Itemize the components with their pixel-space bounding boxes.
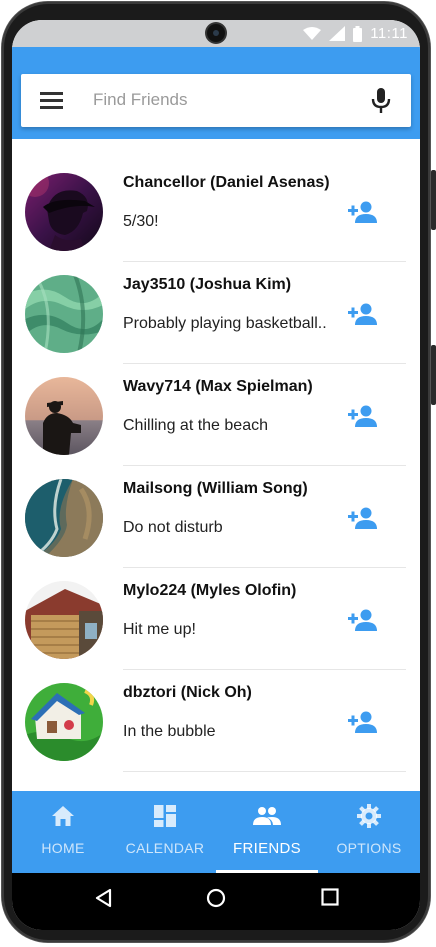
add-friend-icon[interactable] <box>348 302 378 326</box>
friend-status: In the bubble <box>123 723 216 740</box>
status-bar: 11:11 <box>12 20 420 47</box>
avatar <box>25 377 103 455</box>
divider <box>123 771 406 772</box>
friend-name: Mailsong (William Song) <box>123 480 308 497</box>
nav-calendar[interactable]: CALENDAR <box>114 791 216 873</box>
avatar <box>25 479 103 557</box>
list-item[interactable]: Mailsong (William Song) Do not disturb <box>12 466 420 568</box>
back-icon[interactable] <box>94 888 112 908</box>
friend-status: Hit me up! <box>123 621 196 638</box>
nav-label: FRIENDS <box>233 840 301 857</box>
screen: 11:11 Find Friends Chancellor (Daniel As… <box>12 20 420 930</box>
battery-icon <box>353 25 363 42</box>
clock: 11:11 <box>370 25 408 42</box>
friend-status: Chilling at the beach <box>123 417 268 434</box>
nav-label: HOME <box>41 840 85 856</box>
front-camera <box>207 24 225 42</box>
status-icons: 11:11 <box>303 24 408 43</box>
list-item[interactable]: Mylo224 (Myles Olofin) Hit me up! <box>12 568 420 670</box>
dashboard-icon <box>154 803 176 829</box>
nav-friends[interactable]: FRIENDS <box>216 791 318 873</box>
recents-icon[interactable] <box>321 888 339 906</box>
friend-name: Jay3510 (Joshua Kim) <box>123 276 292 293</box>
nav-options[interactable]: OPTIONS <box>318 791 420 873</box>
home-circle-icon[interactable] <box>206 888 226 908</box>
nav-home[interactable]: HOME <box>12 791 114 873</box>
friend-status: 5/30! <box>123 213 159 230</box>
wifi-icon <box>303 26 322 40</box>
people-icon <box>253 803 281 829</box>
friend-status: Do not disturb <box>123 519 223 536</box>
nav-label: CALENDAR <box>125 840 205 856</box>
friend-status: Probably playing basketball.. <box>123 315 327 332</box>
gear-icon <box>357 803 381 829</box>
system-nav-bar <box>12 873 420 930</box>
avatar <box>25 683 103 761</box>
app-bar <box>12 47 420 139</box>
add-friend-icon[interactable] <box>348 608 378 632</box>
home-icon <box>51 803 75 829</box>
avatar <box>25 173 103 251</box>
add-friend-icon[interactable] <box>348 506 378 530</box>
volume-button <box>431 170 436 230</box>
add-friend-icon[interactable] <box>348 710 378 734</box>
list-item[interactable]: Jay3510 (Joshua Kim) Probably playing ba… <box>12 262 420 364</box>
list-item[interactable]: Chancellor (Daniel Asenas) 5/30! <box>12 160 420 262</box>
list-item[interactable]: Wavy714 (Max Spielman) Chilling at the b… <box>12 364 420 466</box>
friend-name: Wavy714 (Max Spielman) <box>123 378 313 395</box>
power-button <box>431 345 436 405</box>
signal-icon <box>329 26 346 41</box>
nav-label: OPTIONS <box>336 840 402 856</box>
add-friend-icon[interactable] <box>348 404 378 428</box>
menu-icon[interactable] <box>40 92 63 109</box>
bottom-nav: HOME CALENDAR FRIENDS OPTIONS <box>12 791 420 873</box>
phone-frame: 11:11 Find Friends Chancellor (Daniel As… <box>0 0 436 947</box>
friend-name: dbztori (Nick Oh) <box>123 684 252 701</box>
list-item[interactable]: dbztori (Nick Oh) In the bubble <box>12 670 420 772</box>
search-input[interactable] <box>93 86 343 114</box>
avatar <box>25 275 103 353</box>
search-bar <box>21 74 411 127</box>
friend-name: Mylo224 (Myles Olofin) <box>123 582 297 599</box>
mic-icon[interactable] <box>371 88 391 114</box>
avatar <box>25 581 103 659</box>
add-friend-icon[interactable] <box>348 200 378 224</box>
friend-name: Chancellor (Daniel Asenas) <box>123 174 330 191</box>
